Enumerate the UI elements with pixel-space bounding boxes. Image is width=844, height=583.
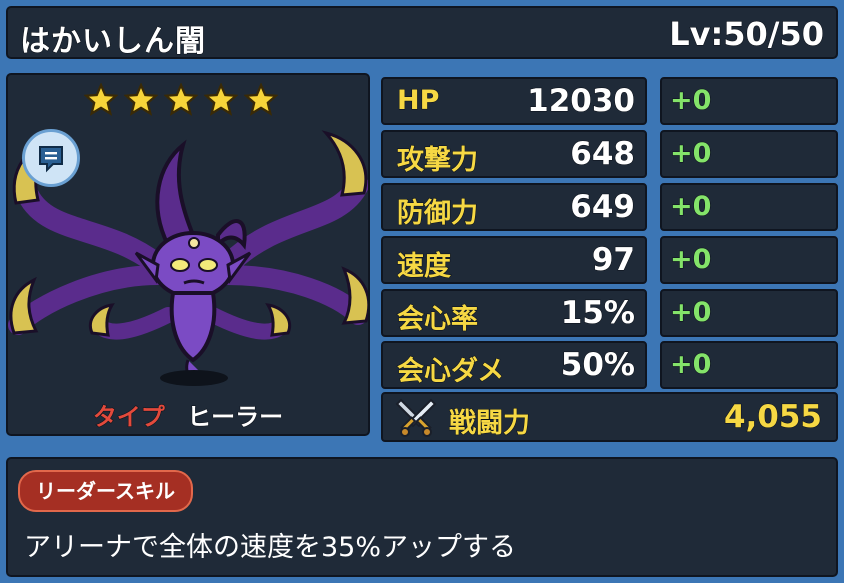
monster-portrait: [8, 130, 368, 386]
star-icon: [244, 83, 278, 116]
stat-value: 50%: [560, 347, 635, 384]
stat-bonus-crit-rate: +0: [660, 289, 838, 337]
battle-power-row: 戦闘力 4,055: [381, 392, 838, 442]
star-icon: [164, 83, 198, 116]
stat-row-hp: HP 12030: [381, 77, 647, 125]
stat-bonus: +0: [669, 138, 712, 170]
stat-value: 648: [570, 136, 636, 173]
stat-bonus: +0: [669, 349, 712, 381]
battle-power-value: 4,055: [723, 399, 822, 436]
type-label: タイプ: [92, 403, 165, 432]
type-value: ヒーラー: [187, 403, 284, 432]
speech-bubble-icon: [39, 146, 63, 173]
unit-level: Lv:50/50: [669, 15, 825, 54]
type-row: タイプ ヒーラー: [8, 397, 368, 432]
rarity-stars: [84, 83, 278, 117]
stat-bonus: +0: [669, 191, 712, 223]
stat-row-attack: 攻撃力 648: [381, 130, 647, 178]
stat-label: 防御力: [397, 198, 479, 230]
unit-name: はかいしん闇: [20, 24, 206, 60]
star-icon: [84, 83, 118, 116]
stat-bonus: +0: [669, 244, 712, 276]
stat-label: 攻撃力: [397, 145, 479, 177]
crossed-swords-icon: [395, 398, 437, 437]
leader-skill-description: アリーナで全体の速度を35%アップする: [24, 532, 517, 563]
stat-value: 12030: [527, 83, 636, 120]
stat-value: 649: [570, 189, 636, 226]
stat-bonus-defense: +0: [660, 183, 838, 231]
leader-skill-panel: リーダースキル アリーナで全体の速度を35%アップする: [6, 457, 838, 577]
profile-chat-button[interactable]: [22, 129, 80, 187]
stat-label: 速度: [397, 251, 452, 283]
portrait-panel: タイプ ヒーラー: [6, 73, 370, 436]
stat-bonus: +0: [669, 85, 712, 117]
stat-bonus-attack: +0: [660, 130, 838, 178]
battle-power-label: 戦闘力: [449, 408, 531, 440]
stat-bonus-hp: +0: [660, 77, 838, 125]
stat-value: 15%: [560, 295, 635, 332]
star-icon: [204, 83, 238, 116]
leader-skill-badge: リーダースキル: [18, 470, 193, 512]
stat-label: 会心率: [397, 304, 479, 336]
stat-row-defense: 防御力 649: [381, 183, 647, 231]
stat-bonus-crit-damage: +0: [660, 341, 838, 389]
stat-value: 97: [591, 242, 635, 279]
stat-bonus: +0: [669, 297, 712, 329]
star-icon: [124, 83, 158, 116]
stat-row-crit-damage: 会心ダメ 50%: [381, 341, 647, 389]
stat-row-crit-rate: 会心率 15%: [381, 289, 647, 337]
stat-label: HP: [396, 85, 440, 117]
title-bar: はかいしん闇 Lv:50/50: [6, 6, 838, 60]
stat-row-speed: 速度 97: [381, 236, 647, 284]
stat-label: 会心ダメ: [396, 356, 505, 388]
stat-bonus-speed: +0: [660, 236, 838, 284]
